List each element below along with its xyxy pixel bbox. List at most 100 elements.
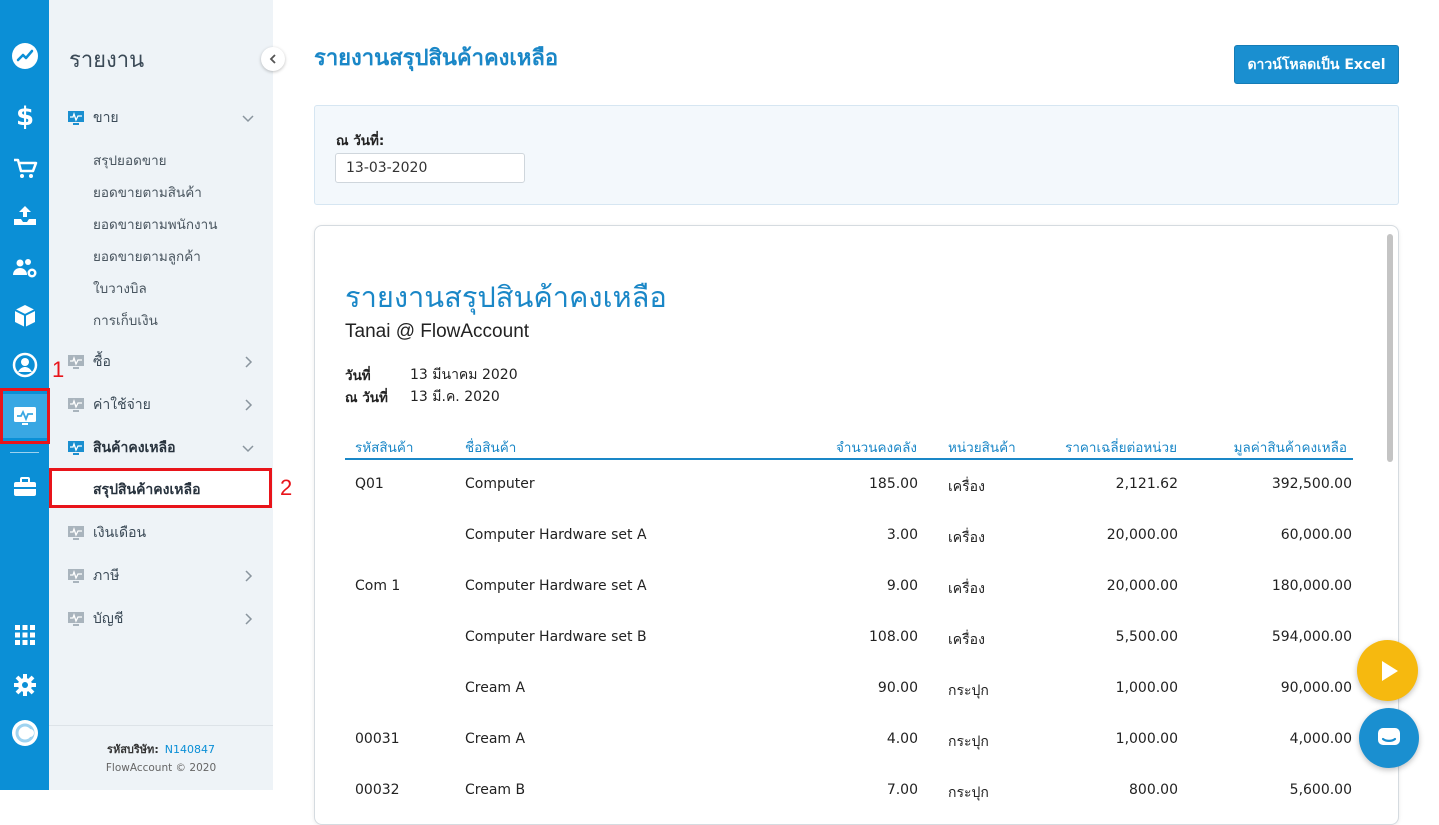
column-header-code: รหัสสินค้า — [355, 440, 414, 456]
table-row: Cream A 90.00 กระปุก 1,000.00 90,000.00 — [345, 680, 1353, 704]
cell-avg-price: 1,000.00 — [1115, 680, 1178, 696]
apps-grid-icon[interactable] — [0, 613, 49, 657]
sidebar-section-label: บัญชี — [93, 611, 124, 627]
cell-avg-price: 800.00 — [1129, 782, 1178, 798]
cell-name: Computer Hardware set A — [465, 578, 647, 594]
briefcase-icon[interactable] — [0, 465, 49, 509]
cell-code: Q01 — [355, 476, 384, 492]
cart-icon[interactable] — [0, 146, 49, 190]
cell-name: Cream A — [465, 731, 526, 747]
cell-code: Com 1 — [355, 578, 401, 594]
table-row: 00031 Cream A 4.00 กระปุก 1,000.00 4,000… — [345, 731, 1353, 755]
sidebar-section-label: สินค้าคงเหลือ — [93, 440, 176, 456]
cell-avg-price: 20,000.00 — [1106, 578, 1178, 594]
cell-code: 00031 — [355, 731, 400, 747]
date-filter-label: ณ วันที่: — [336, 133, 385, 149]
table-row: Q01 Computer 185.00 เครื่อง 2,121.62 392… — [345, 476, 1353, 500]
report-scrollbar[interactable] — [1387, 234, 1393, 462]
play-tutorial-button[interactable] — [1357, 640, 1418, 701]
sidebar-section-label: เงินเดือน — [93, 525, 147, 541]
cell-avg-price: 2,121.62 — [1115, 476, 1178, 492]
sidebar-section-tax[interactable]: ภาษี — [49, 560, 273, 592]
rail-divider — [10, 452, 39, 453]
user-circle-icon[interactable] — [0, 343, 49, 387]
sidebar-section-inventory[interactable]: สินค้าคงเหลือ — [49, 432, 273, 464]
sidebar-item-billing-note[interactable]: ใบวางบิล — [93, 277, 147, 299]
cell-value: 4,000.00 — [1289, 731, 1352, 747]
cell-value: 60,000.00 — [1280, 527, 1352, 543]
sidebar-footer-divider — [49, 725, 273, 726]
chevron-down-icon — [242, 115, 254, 123]
sidebar-section-accounting[interactable]: บัญชี — [49, 603, 273, 635]
sidebar-item-collection[interactable]: การเก็บเงิน — [93, 309, 158, 331]
report-preview: รายงานสรุปสินค้าคงเหลือ Tanai @ FlowAcco… — [314, 225, 1399, 825]
chevron-right-icon — [245, 613, 253, 625]
cell-unit: เครื่อง — [948, 530, 985, 546]
cell-avg-price: 20,000.00 — [1106, 527, 1178, 543]
sidebar-title: รายงาน — [69, 48, 145, 73]
company-id-value: N140847 — [164, 743, 215, 756]
report-date-label: วันที่ — [345, 368, 371, 384]
cell-qty: 108.00 — [869, 629, 918, 645]
cell-name: Cream B — [465, 782, 526, 798]
column-header-avg-price: ราคาเฉลี่ยต่อหน่วย — [1065, 440, 1177, 456]
dollar-icon[interactable]: $ — [0, 94, 49, 138]
cell-unit: เครื่อง — [948, 632, 985, 648]
report-asof-label: ณ วันที่ — [345, 390, 388, 406]
box-icon[interactable] — [0, 294, 49, 338]
profile-icon[interactable] — [0, 711, 49, 755]
report-icon — [68, 612, 84, 626]
sidebar-section-payroll[interactable]: เงินเดือน — [49, 517, 273, 549]
chevron-right-icon — [245, 356, 253, 368]
table-header: รหัสสินค้า ชื่อสินค้า จำนวนคงคลัง หน่วยส… — [345, 434, 1353, 460]
cell-unit: กระปุก — [948, 734, 989, 750]
sidebar-item-sales-by-product[interactable]: ยอดขายตามสินค้า — [93, 181, 202, 203]
sidebar-section-label: ค่าใช้จ่าย — [93, 397, 151, 413]
column-header-name: ชื่อสินค้า — [465, 440, 517, 456]
cell-qty: 9.00 — [886, 578, 918, 594]
cell-qty: 4.00 — [886, 731, 918, 747]
cell-unit: กระปุก — [948, 785, 989, 801]
contacts-icon[interactable] — [0, 245, 49, 289]
column-header-unit: หน่วยสินค้า — [948, 440, 1016, 456]
cell-name: Computer Hardware set A — [465, 527, 647, 543]
report-company: Tanai @ FlowAccount — [345, 321, 530, 342]
sidebar-section-sales[interactable]: ขาย — [49, 102, 273, 134]
download-excel-button[interactable]: ดาวน์โหลดเป็น Excel — [1234, 45, 1399, 84]
column-header-qty: จำนวนคงคลัง — [835, 440, 917, 456]
column-header-value: มูลค่าสินค้าคงเหลือ — [1233, 440, 1347, 456]
collapse-sidebar-button[interactable] — [261, 47, 285, 71]
reports-sidebar: รายงาน ขาย สรุปยอดขาย ยอดขายตามสินค้า ยอ… — [49, 0, 273, 790]
report-icon — [68, 111, 84, 125]
annotation-box-2 — [49, 468, 272, 508]
settings-gear-icon[interactable] — [0, 663, 49, 707]
report-date-value: 13 มีนาคม 2020 — [410, 367, 518, 383]
sidebar-section-expenses[interactable]: ค่าใช้จ่าย — [49, 389, 273, 421]
cell-value: 392,500.00 — [1271, 476, 1352, 492]
cell-qty: 7.00 — [886, 782, 918, 798]
sidebar-item-sales-by-customer[interactable]: ยอดขายตามลูกค้า — [93, 245, 201, 267]
chevron-right-icon — [245, 399, 253, 411]
cell-name: Cream A — [465, 680, 526, 696]
cell-value: 594,000.00 — [1271, 629, 1352, 645]
annotation-number-1: 1 — [52, 357, 65, 382]
sidebar-item-sales-by-employee[interactable]: ยอดขายตามพนักงาน — [93, 213, 217, 235]
cell-qty: 185.00 — [869, 476, 918, 492]
table-row: Com 1 Computer Hardware set A 9.00 เครื่… — [345, 578, 1353, 602]
report-icon — [68, 398, 84, 412]
sidebar-section-label: ซื้อ — [93, 354, 111, 370]
table-row: Computer Hardware set A 3.00 เครื่อง 20,… — [345, 527, 1353, 551]
chat-support-button[interactable] — [1359, 708, 1419, 768]
dashboard-icon[interactable] — [0, 34, 49, 78]
sidebar-section-label: ขาย — [93, 110, 119, 126]
filter-panel: ณ วันที่: — [314, 105, 1399, 205]
date-input[interactable] — [335, 153, 525, 183]
sidebar-section-label: ภาษี — [93, 568, 120, 584]
cell-qty: 90.00 — [877, 680, 918, 696]
sidebar-section-purchase[interactable]: ซื้อ — [49, 346, 273, 378]
report-icon — [68, 441, 84, 455]
sidebar-item-sales-summary[interactable]: สรุปยอดขาย — [93, 149, 167, 171]
annotation-box-1 — [0, 388, 50, 444]
svg-text:$: $ — [15, 102, 33, 130]
inbox-tray-icon[interactable] — [0, 194, 49, 238]
